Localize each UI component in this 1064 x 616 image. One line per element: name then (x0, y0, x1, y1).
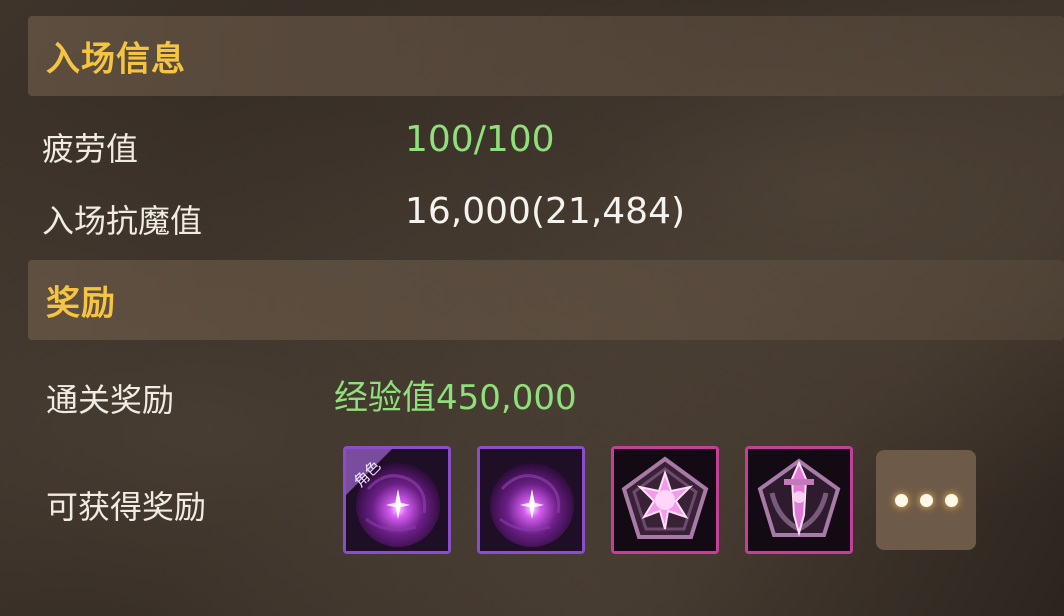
entry-info-header: 入场信息 (28, 16, 1064, 96)
pink-sword-emblem-icon (748, 449, 850, 551)
more-dot (920, 494, 933, 507)
reward-item-4[interactable] (745, 446, 853, 554)
clear-reward-value: 经验值450,000 (334, 378, 577, 418)
clear-reward-label: 通关奖励 (46, 381, 175, 419)
resistance-label: 入场抗魔值 (42, 202, 203, 240)
entry-info-title: 入场信息 (46, 39, 186, 80)
fatigue-value: 100/100 (405, 119, 555, 160)
purple-orb-icon (480, 449, 582, 551)
reward-item-1[interactable]: 角色 (343, 446, 451, 554)
more-rewards-button[interactable] (876, 450, 976, 550)
pink-star-emblem-icon (614, 449, 716, 551)
more-dot (945, 494, 958, 507)
more-dot (895, 494, 908, 507)
rewards-header: 奖励 (28, 260, 1064, 340)
rewards-title: 奖励 (46, 283, 116, 324)
fatigue-label: 疲劳值 (42, 130, 139, 168)
resistance-value: 16,000(21,484) (405, 191, 686, 232)
reward-item-3[interactable] (611, 446, 719, 554)
reward-item-2[interactable] (477, 446, 585, 554)
obtainable-reward-label: 可获得奖励 (46, 488, 207, 526)
